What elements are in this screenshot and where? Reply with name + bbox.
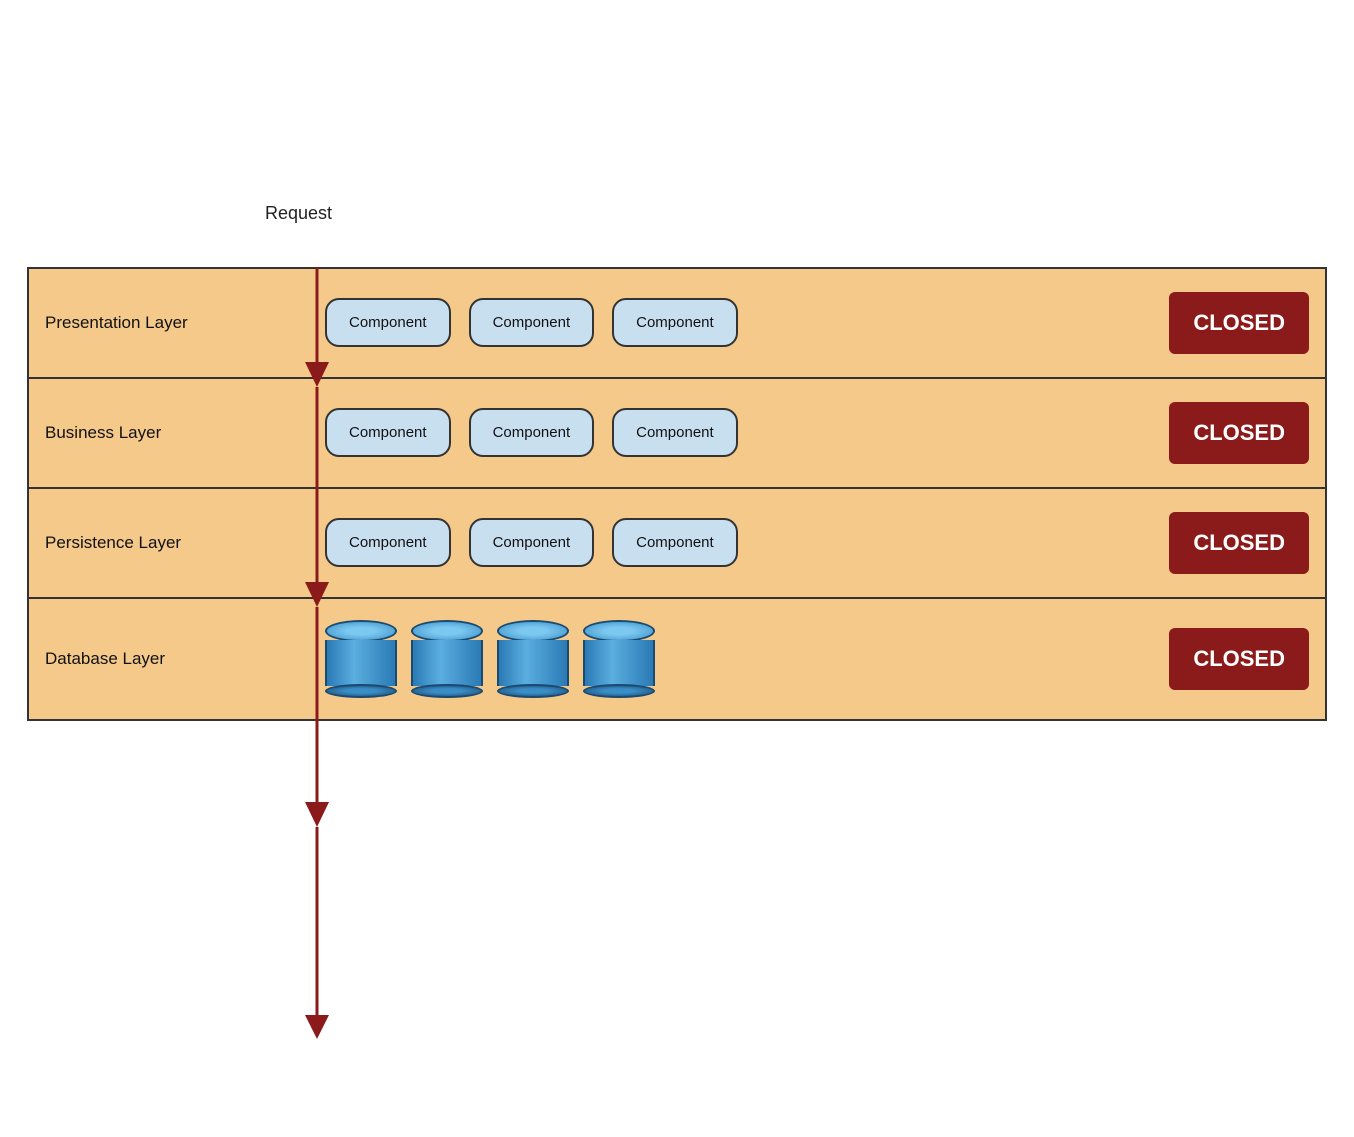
presentation-closed-badge: CLOSED	[1169, 292, 1309, 354]
layers-wrapper: Presentation Layer Component Component C…	[27, 267, 1327, 721]
presentation-component-1: Component	[325, 298, 451, 347]
database-cylinders	[325, 620, 1169, 698]
presentation-layer: Presentation Layer Component Component C…	[29, 269, 1325, 379]
cyl-top-3	[497, 620, 569, 642]
presentation-layer-label: Presentation Layer	[45, 313, 205, 333]
db-cylinder-2	[411, 620, 483, 698]
business-component-3: Component	[612, 408, 738, 457]
db-cylinder-4	[583, 620, 655, 698]
cyl-top-4	[583, 620, 655, 642]
database-layer-label: Database Layer	[45, 649, 205, 669]
persistence-layer-label: Persistence Layer	[45, 533, 205, 553]
cyl-body-3	[497, 640, 569, 686]
persistence-components: Component Component Component	[325, 518, 1169, 567]
business-layer: Business Layer Component Component Compo…	[29, 379, 1325, 489]
diagram-container: Request Presentation Layer	[27, 203, 1327, 721]
db-cylinder-1	[325, 620, 397, 698]
persistence-component-3: Component	[612, 518, 738, 567]
db-cylinder-3	[497, 620, 569, 698]
cyl-bottom-2	[411, 684, 483, 698]
database-closed-badge: CLOSED	[1169, 628, 1309, 690]
business-closed-badge: CLOSED	[1169, 402, 1309, 464]
presentation-component-3: Component	[612, 298, 738, 347]
persistence-closed-badge: CLOSED	[1169, 512, 1309, 574]
business-components: Component Component Component	[325, 408, 1169, 457]
business-component-1: Component	[325, 408, 451, 457]
cyl-bottom-4	[583, 684, 655, 698]
cyl-body-4	[583, 640, 655, 686]
cyl-body-2	[411, 640, 483, 686]
cyl-top-2	[411, 620, 483, 642]
persistence-layer: Persistence Layer Component Component Co…	[29, 489, 1325, 599]
persistence-component-1: Component	[325, 518, 451, 567]
request-label: Request	[265, 203, 332, 224]
business-layer-label: Business Layer	[45, 423, 205, 443]
business-component-2: Component	[469, 408, 595, 457]
cyl-top-1	[325, 620, 397, 642]
persistence-component-2: Component	[469, 518, 595, 567]
cyl-body-1	[325, 640, 397, 686]
cyl-bottom-3	[497, 684, 569, 698]
presentation-component-2: Component	[469, 298, 595, 347]
presentation-components: Component Component Component	[325, 298, 1169, 347]
cyl-bottom-1	[325, 684, 397, 698]
database-layer: Database Layer	[29, 599, 1325, 719]
